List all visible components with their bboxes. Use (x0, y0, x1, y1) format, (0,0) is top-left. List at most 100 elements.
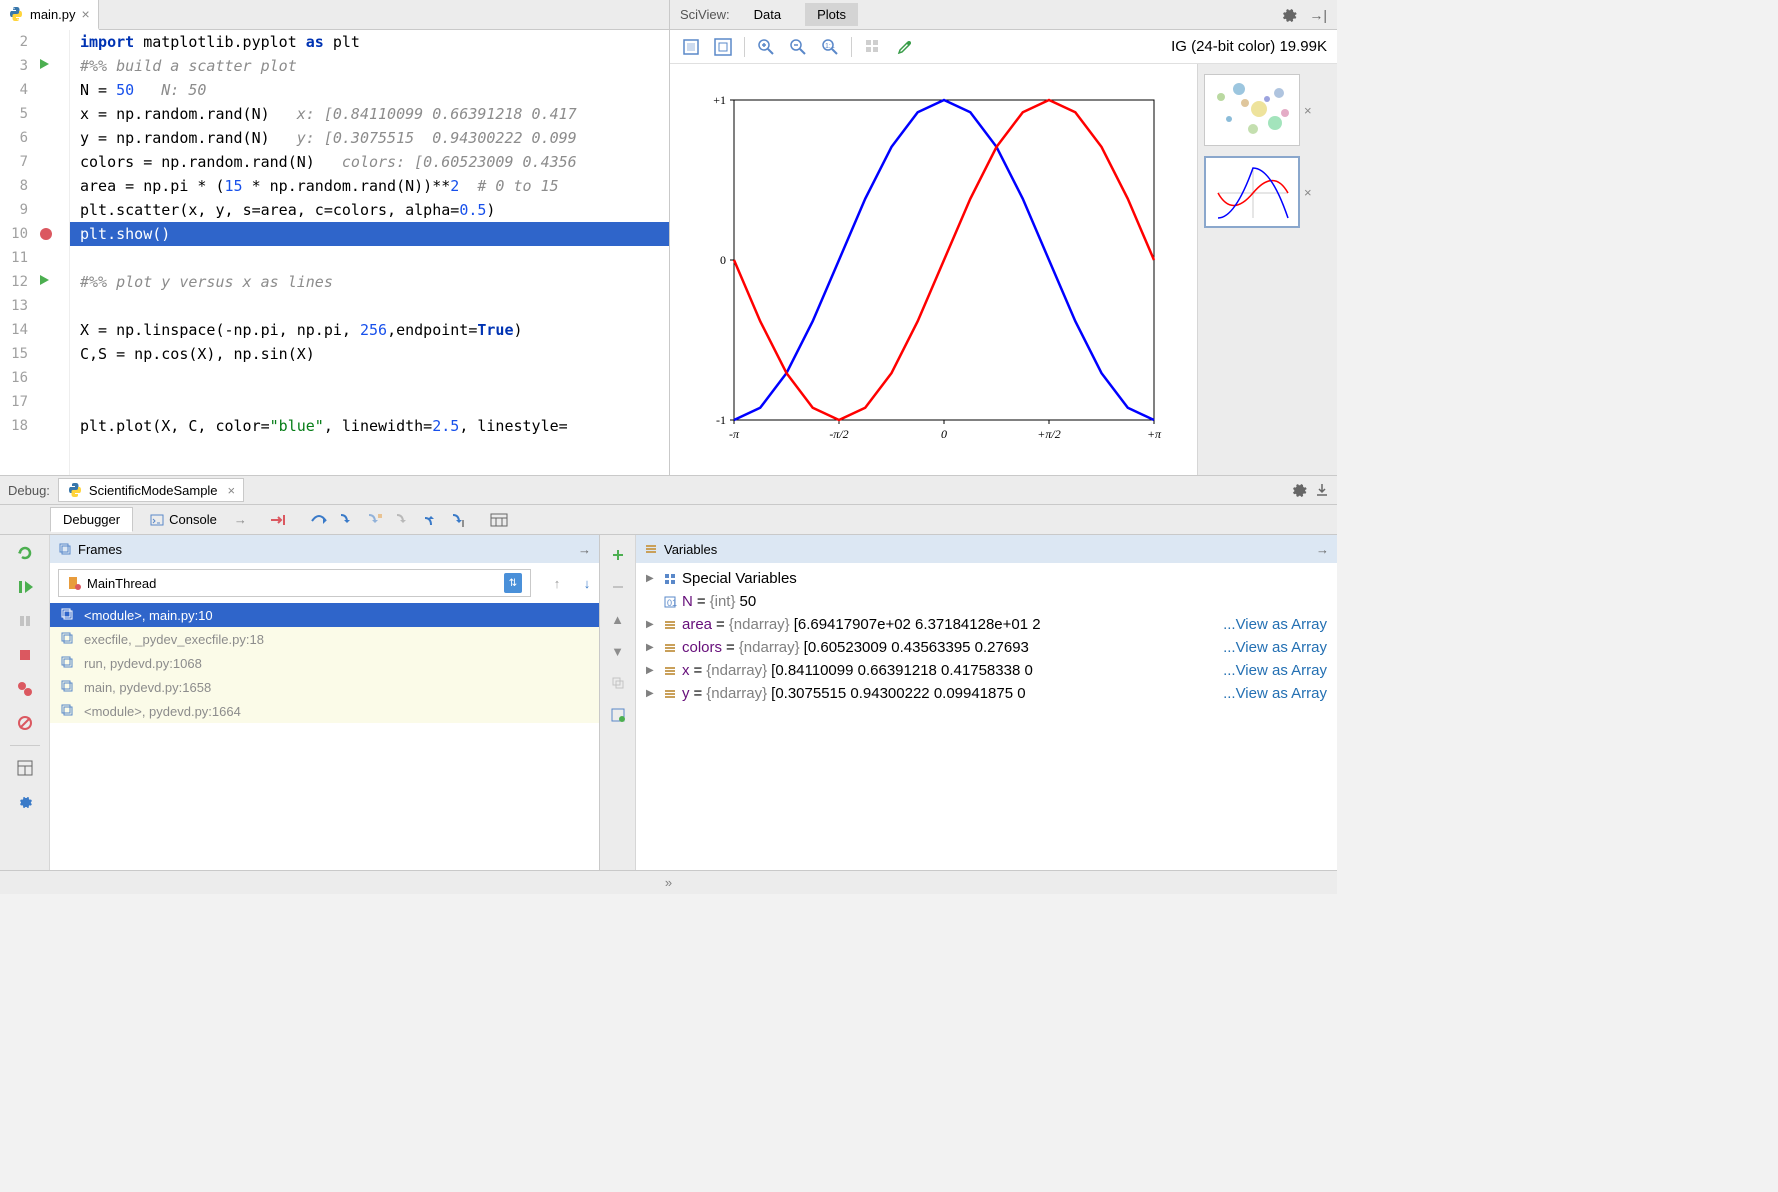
gear-icon[interactable] (1291, 482, 1307, 498)
code-line[interactable]: colors = np.random.rand(N) colors: [0.60… (70, 150, 669, 174)
mute-breakpoints-icon[interactable] (13, 711, 37, 735)
view-as-array-link[interactable]: ...View as Array (1223, 639, 1327, 656)
duplicate-watch-icon[interactable] (606, 671, 630, 695)
chevron-updown-icon[interactable]: ⇅ (504, 573, 522, 593)
actual-size-icon[interactable] (712, 36, 734, 58)
run-cell-icon[interactable] (38, 274, 54, 290)
hide-icon[interactable]: → (578, 542, 591, 557)
breakpoint-icon[interactable] (40, 228, 52, 240)
download-icon[interactable] (1315, 483, 1329, 497)
variables-icon (644, 542, 658, 556)
step-into-icon[interactable] (335, 508, 359, 532)
fit-icon[interactable] (680, 36, 702, 58)
view-as-array-link[interactable]: ...View as Array (1223, 616, 1327, 633)
color-picker-icon[interactable] (894, 36, 916, 58)
show-execution-point-icon[interactable] (267, 508, 291, 532)
code-line[interactable]: #%% plot y versus x as lines (70, 270, 669, 294)
thumbnail-scatter[interactable] (1204, 74, 1300, 146)
up-icon[interactable]: ▲ (606, 607, 630, 631)
rerun-icon[interactable] (13, 541, 37, 565)
close-icon[interactable]: × (228, 483, 236, 498)
grid-icon (662, 571, 678, 587)
zoom-in-icon[interactable] (755, 36, 777, 58)
svg-text:0: 0 (720, 253, 726, 267)
gear-icon[interactable] (1281, 7, 1297, 23)
prev-frame-icon[interactable]: ↑ (545, 571, 569, 595)
code-line[interactable] (70, 294, 669, 318)
code-line[interactable] (70, 366, 669, 390)
tab-debugger[interactable]: Debugger (50, 507, 133, 532)
next-frame-icon[interactable]: ↓ (575, 571, 599, 595)
file-tab-main-py[interactable]: main.py × (0, 0, 99, 30)
zoom-out-icon[interactable] (787, 36, 809, 58)
close-icon[interactable]: × (1304, 185, 1312, 200)
expand-tool-window-icon[interactable]: » (0, 870, 1337, 894)
editor-code[interactable]: import matplotlib.pyplot as plt#%% build… (70, 30, 669, 475)
more-tabs-icon[interactable]: → (234, 512, 247, 527)
close-icon[interactable]: × (1304, 103, 1312, 118)
step-out-icon[interactable] (419, 508, 443, 532)
variable-row[interactable]: ▶x = {ndarray} [0.84110099 0.66391218 0.… (636, 659, 1337, 682)
stop-icon[interactable] (13, 643, 37, 667)
variable-row[interactable]: 01N = {int} 50 (636, 590, 1337, 613)
sciview-panel: SciView: Data Plots →| 1:1 IG (24-bit co… (670, 0, 1337, 475)
frame-row[interactable]: <module>, pydevd.py:1664 (50, 699, 599, 723)
code-line[interactable]: plt.show() (70, 222, 669, 246)
evaluate-expression-icon[interactable] (487, 508, 511, 532)
view-breakpoints-icon[interactable] (13, 677, 37, 701)
frame-row[interactable]: main, pydevd.py:1658 (50, 675, 599, 699)
frame-row[interactable]: execfile, _pydev_execfile.py:18 (50, 627, 599, 651)
down-icon[interactable]: ▼ (606, 639, 630, 663)
sine-cosine-plot: -10+1-π-π/20+π/2+π (694, 80, 1174, 460)
svg-text:1:1: 1:1 (825, 43, 835, 50)
frame-row[interactable]: <module>, main.py:10 (50, 603, 599, 627)
run-to-cursor-icon[interactable] (447, 508, 471, 532)
pause-icon[interactable] (13, 609, 37, 633)
thumbnail-sine[interactable] (1204, 156, 1300, 228)
hide-icon[interactable]: →| (1309, 7, 1327, 23)
code-line[interactable]: x = np.random.rand(N) x: [0.84110099 0.6… (70, 102, 669, 126)
tab-data[interactable]: Data (742, 3, 793, 26)
variable-row[interactable]: ▶area = {ndarray} [6.69417907e+02 6.3718… (636, 613, 1337, 636)
new-watch-icon[interactable] (606, 543, 630, 567)
code-line[interactable]: y = np.random.rand(N) y: [0.3075515 0.94… (70, 126, 669, 150)
special-variables-row[interactable]: ▶Special Variables (636, 567, 1337, 590)
code-line[interactable]: plt.plot(X, C, color="blue", linewidth=2… (70, 414, 669, 438)
tab-console[interactable]: Console (137, 507, 230, 532)
force-step-into-icon[interactable] (391, 508, 415, 532)
view-as-array-link[interactable]: ...View as Array (1223, 662, 1327, 679)
hide-icon[interactable]: → (1316, 542, 1329, 557)
layout-icon[interactable] (13, 756, 37, 780)
grid-icon[interactable] (862, 36, 884, 58)
code-line[interactable]: area = np.pi * (15 * np.random.rand(N))*… (70, 174, 669, 198)
thread-selector[interactable]: MainThread ⇅ (58, 569, 531, 597)
code-line[interactable] (70, 246, 669, 270)
code-line[interactable]: C,S = np.cos(X), np.sin(X) (70, 342, 669, 366)
code-line[interactable]: N = 50 N: 50 (70, 78, 669, 102)
variable-row[interactable]: ▶y = {ndarray} [0.3075515 0.94300222 0.0… (636, 682, 1337, 705)
tab-plots[interactable]: Plots (805, 3, 858, 26)
settings-icon[interactable] (13, 790, 37, 814)
run-cell-icon[interactable] (38, 58, 54, 74)
zoom-reset-icon[interactable]: 1:1 (819, 36, 841, 58)
code-line[interactable]: plt.scatter(x, y, s=area, c=colors, alph… (70, 198, 669, 222)
frame-row[interactable]: run, pydevd.py:1068 (50, 651, 599, 675)
code-line[interactable]: X = np.linspace(-np.pi, np.pi, 256,endpo… (70, 318, 669, 342)
resume-icon[interactable] (13, 575, 37, 599)
show-watches-icon[interactable] (606, 703, 630, 727)
code-line[interactable]: #%% build a scatter plot (70, 54, 669, 78)
step-over-icon[interactable] (307, 508, 331, 532)
remove-watch-icon[interactable] (606, 575, 630, 599)
svg-text:0: 0 (941, 427, 947, 441)
frame-icon (60, 607, 76, 623)
code-line[interactable] (70, 390, 669, 414)
code-line[interactable]: import matplotlib.pyplot as plt (70, 30, 669, 54)
view-as-array-link[interactable]: ...View as Array (1223, 685, 1327, 702)
svg-text:-π/2: -π/2 (829, 427, 848, 441)
plot-main[interactable]: -10+1-π-π/20+π/2+π (670, 64, 1197, 475)
svg-text:+π/2: +π/2 (1037, 427, 1060, 441)
step-into-my-code-icon[interactable] (363, 508, 387, 532)
debug-config-tab[interactable]: ScientificModeSample × (58, 478, 244, 502)
close-icon[interactable]: × (82, 6, 90, 22)
variable-row[interactable]: ▶colors = {ndarray} [0.60523009 0.435633… (636, 636, 1337, 659)
